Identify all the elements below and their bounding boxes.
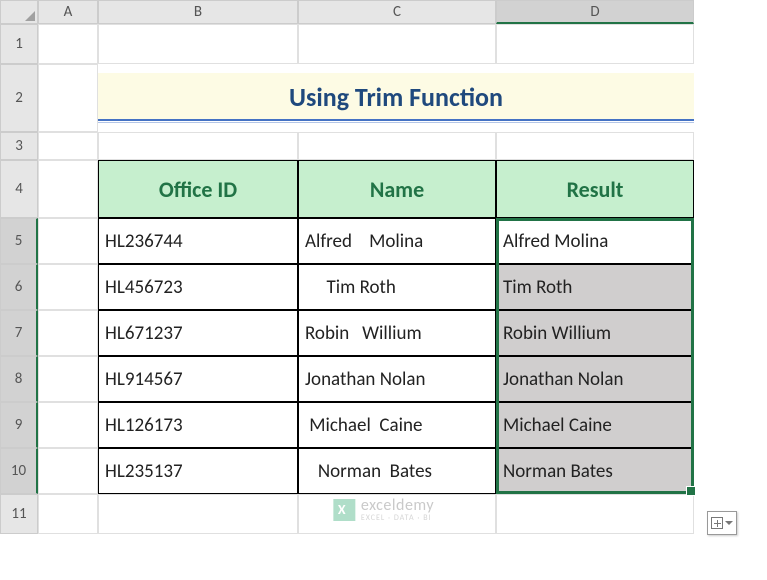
row-header-6[interactable]: 6 bbox=[0, 264, 38, 310]
page-title: Using Trim Function bbox=[98, 73, 694, 119]
cell-office-id[interactable]: HL671237 bbox=[98, 310, 298, 356]
cell-result[interactable]: Alfred Molina bbox=[496, 218, 694, 264]
row-header-5[interactable]: 5 bbox=[0, 218, 38, 264]
cell-name[interactable]: Alfred Molina bbox=[298, 218, 496, 264]
cell-office-id[interactable]: HL456723 bbox=[98, 264, 298, 310]
cell-A5[interactable] bbox=[38, 218, 98, 264]
cell-C3[interactable] bbox=[298, 132, 496, 160]
row-header-3[interactable]: 3 bbox=[0, 132, 38, 160]
cell-B11[interactable] bbox=[98, 494, 298, 534]
cell-name[interactable]: Jonathan Nolan bbox=[298, 356, 496, 402]
watermark: exceldemy EXCEL · DATA · BI bbox=[333, 498, 434, 522]
cell-A6[interactable] bbox=[38, 264, 98, 310]
cell-result[interactable]: Norman Bates bbox=[496, 448, 694, 494]
select-all-corner[interactable] bbox=[0, 0, 38, 24]
spreadsheet-grid[interactable]: A B C D 1 2 3 4 5 6 7 8 9 10 11 Using Tr… bbox=[0, 0, 767, 534]
cell-A11[interactable] bbox=[38, 494, 98, 534]
cell-result[interactable]: Tim Roth bbox=[496, 264, 694, 310]
table-header-name[interactable]: Name bbox=[298, 160, 496, 218]
cell-D11[interactable] bbox=[496, 494, 694, 534]
cell-A9[interactable] bbox=[38, 402, 98, 448]
cell-office-id[interactable]: HL236744 bbox=[98, 218, 298, 264]
cell-result[interactable]: Robin Willium bbox=[496, 310, 694, 356]
cell-A8[interactable] bbox=[38, 356, 98, 402]
cell-name[interactable]: Tim Roth bbox=[298, 264, 496, 310]
cell-A7[interactable] bbox=[38, 310, 98, 356]
autofill-icon bbox=[711, 517, 723, 529]
cell-result[interactable]: Jonathan Nolan bbox=[496, 356, 694, 402]
cell-office-id[interactable]: HL235137 bbox=[98, 448, 298, 494]
row-header-9[interactable]: 9 bbox=[0, 402, 38, 448]
cell-office-id[interactable]: HL914567 bbox=[98, 356, 298, 402]
title-cell[interactable]: Using Trim Function bbox=[98, 64, 694, 132]
title-underline bbox=[98, 119, 694, 123]
row-header-7[interactable]: 7 bbox=[0, 310, 38, 356]
cell-D3[interactable] bbox=[496, 132, 694, 160]
row-header-10[interactable]: 10 bbox=[0, 448, 38, 494]
cell-name[interactable]: Robin Willium bbox=[298, 310, 496, 356]
cell-name[interactable]: Michael Caine bbox=[298, 402, 496, 448]
cell-name[interactable]: Norman Bates bbox=[298, 448, 496, 494]
row-header-4[interactable]: 4 bbox=[0, 160, 38, 218]
cell-B1[interactable] bbox=[98, 24, 298, 64]
cell-result[interactable]: Michael Caine bbox=[496, 402, 694, 448]
row-header-2[interactable]: 2 bbox=[0, 64, 38, 132]
col-header-D[interactable]: D bbox=[496, 0, 694, 24]
cell-A3[interactable] bbox=[38, 132, 98, 160]
row-header-8[interactable]: 8 bbox=[0, 356, 38, 402]
cell-office-id[interactable]: HL126173 bbox=[98, 402, 298, 448]
autofill-options-button[interactable] bbox=[707, 511, 737, 535]
cell-A2[interactable] bbox=[38, 64, 98, 132]
watermark-main: exceldemy bbox=[361, 498, 434, 514]
row-header-1[interactable]: 1 bbox=[0, 24, 38, 64]
chevron-down-icon bbox=[725, 521, 733, 525]
cell-A10[interactable] bbox=[38, 448, 98, 494]
table-header-result[interactable]: Result bbox=[496, 160, 694, 218]
cell-A1[interactable] bbox=[38, 24, 98, 64]
col-header-B[interactable]: B bbox=[98, 0, 298, 24]
col-header-A[interactable]: A bbox=[38, 0, 98, 24]
excel-icon bbox=[333, 499, 355, 521]
cell-C1[interactable] bbox=[298, 24, 496, 64]
cell-A4[interactable] bbox=[38, 160, 98, 218]
cell-D1[interactable] bbox=[496, 24, 694, 64]
cell-B3[interactable] bbox=[98, 132, 298, 160]
table-header-office-id[interactable]: Office ID bbox=[98, 160, 298, 218]
row-header-11[interactable]: 11 bbox=[0, 494, 38, 534]
watermark-sub: EXCEL · DATA · BI bbox=[361, 514, 434, 522]
col-header-C[interactable]: C bbox=[298, 0, 496, 24]
